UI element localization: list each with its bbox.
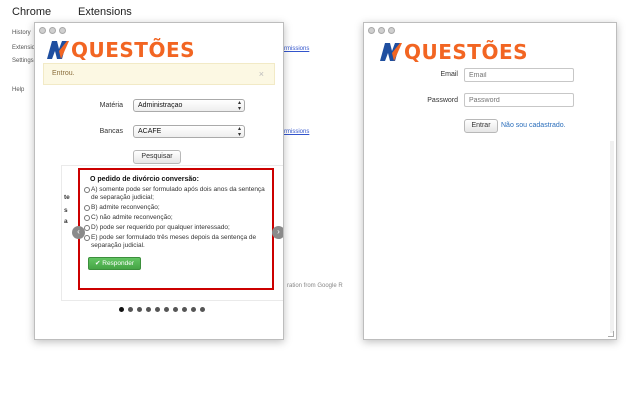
nav-history[interactable]: History (12, 30, 31, 36)
window-close-dot[interactable] (368, 27, 375, 34)
bancas-label: Bancas (99, 128, 123, 135)
prev-slide-fragment: s (64, 207, 68, 214)
email-label: Email (440, 71, 458, 78)
login-popup: QUESTÕES Email Password Entrar Não sou c… (363, 22, 617, 340)
question-card: O pedido de divórcio conversão: A) somen… (78, 168, 274, 290)
nav-help[interactable]: Help (12, 87, 24, 93)
login-alert: Entrou. × (43, 63, 275, 85)
permissions-link-1[interactable]: rmissions (284, 46, 309, 52)
password-input[interactable] (464, 93, 574, 107)
option-c[interactable]: C) não admite reconvenção; (84, 214, 268, 222)
radio-b[interactable] (84, 205, 90, 211)
materia-select[interactable]: Administraçao ▴ ▾ (133, 99, 245, 112)
carousel-indicator[interactable] (155, 307, 160, 312)
carousel-indicator[interactable] (119, 307, 124, 312)
prev-slide-fragment: a (64, 218, 68, 225)
materia-value: Administraçao (138, 102, 183, 109)
questions-popup: QUESTÕES Entrou. × Matéria Administraçao… (34, 22, 284, 340)
select-arrows-icon: ▴ ▾ (237, 126, 241, 138)
window-minimize-dot[interactable] (49, 27, 56, 34)
carousel-indicator[interactable] (191, 307, 196, 312)
window-controls (368, 27, 395, 34)
resize-handle-icon[interactable] (608, 331, 614, 337)
radio-d[interactable] (84, 225, 90, 231)
window-controls (39, 27, 66, 34)
carousel-indicator[interactable] (137, 307, 142, 312)
logo-text: QUESTÕES (404, 40, 529, 64)
extensions-title: Extensions (78, 6, 132, 18)
radio-a[interactable] (84, 187, 90, 193)
enter-button[interactable]: Entrar (464, 119, 498, 133)
carousel-indicator[interactable] (182, 307, 187, 312)
email-input[interactable] (464, 68, 574, 82)
option-a[interactable]: A) somente pode ser formulado após dois … (84, 186, 268, 202)
carousel-indicator[interactable] (164, 307, 169, 312)
question-title: O pedido de divórcio conversão: (90, 176, 199, 183)
window-zoom-dot[interactable] (59, 27, 66, 34)
logo-n-icon (45, 39, 69, 61)
radio-c[interactable] (84, 215, 90, 221)
window-zoom-dot[interactable] (388, 27, 395, 34)
carousel-indicator[interactable] (200, 307, 205, 312)
logo-text: QUESTÕES (71, 38, 196, 62)
radio-e[interactable] (84, 235, 90, 241)
select-arrows-icon: ▴ ▾ (237, 100, 241, 112)
questoes-logo: QUESTÕES (45, 39, 195, 61)
next-arrow-icon[interactable]: › (272, 226, 283, 239)
scrollbar[interactable] (610, 141, 614, 333)
permissions-link-2[interactable]: rmissions (284, 129, 309, 135)
carousel-indicator[interactable] (146, 307, 151, 312)
search-button[interactable]: Pesquisar (133, 150, 181, 164)
bancas-value: ACAFE (138, 128, 162, 135)
carousel-indicators (119, 307, 205, 312)
questoes-logo: QUESTÕES (378, 41, 528, 63)
nav-settings[interactable]: Settings (12, 58, 34, 64)
option-d[interactable]: D) pode ser requerido por qualquer inter… (84, 224, 268, 232)
chrome-title: Chrome (12, 6, 52, 18)
password-label: Password (427, 97, 458, 104)
carousel-indicator[interactable] (173, 307, 178, 312)
carousel-indicator[interactable] (128, 307, 133, 312)
logo-n-icon (378, 41, 402, 63)
background-footer-text: ration from Google R (287, 283, 343, 289)
register-link[interactable]: Não sou cadastrado. (501, 122, 566, 129)
prev-slide-fragment: te (64, 194, 70, 201)
alert-close-icon[interactable]: × (259, 69, 264, 79)
alert-text: Entrou. (52, 70, 75, 77)
question-carousel: te s a O pedido de divórcio conversão: A… (61, 165, 283, 301)
window-minimize-dot[interactable] (378, 27, 385, 34)
prev-arrow-icon[interactable]: ‹ (72, 226, 85, 239)
bancas-select[interactable]: ACAFE ▴ ▾ (133, 125, 245, 138)
answer-button[interactable]: ✔ Responder (88, 257, 142, 270)
window-close-dot[interactable] (39, 27, 46, 34)
option-e[interactable]: E) pode ser formulado três meses depois … (84, 234, 268, 250)
option-b[interactable]: B) admite reconvenção; (84, 204, 268, 212)
materia-label: Matéria (99, 102, 123, 109)
